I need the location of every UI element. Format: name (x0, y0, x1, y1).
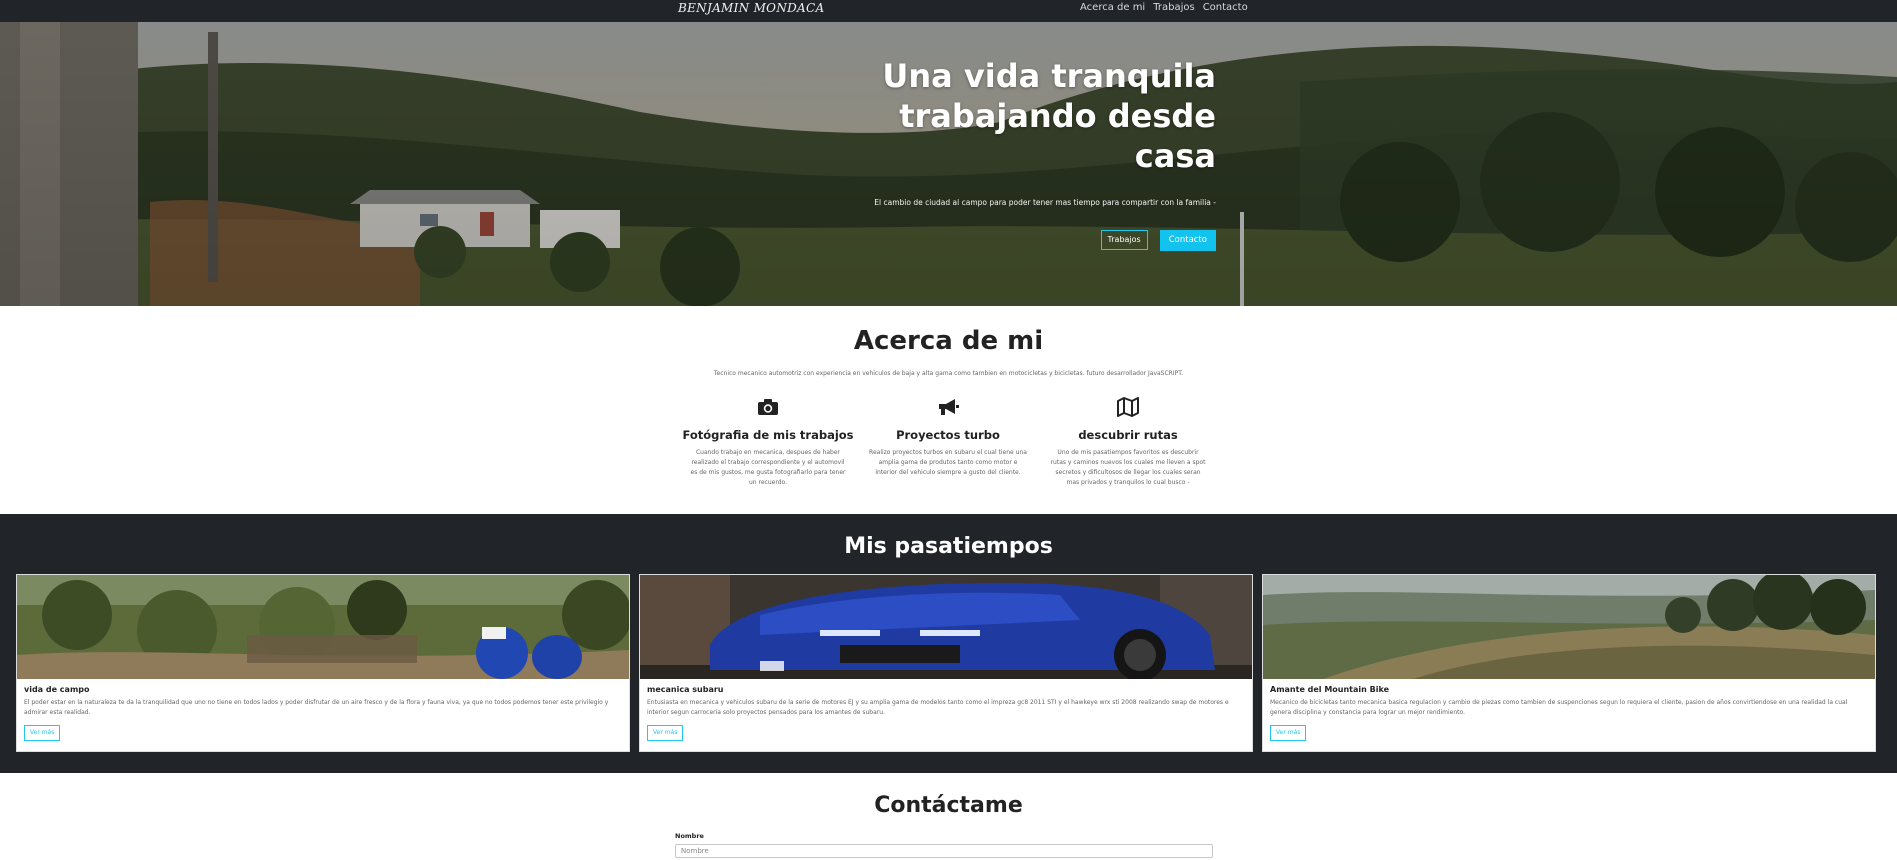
megaphone-icon (858, 394, 1038, 420)
hero-actions: Trabajos Contacto (830, 230, 1216, 251)
name-input[interactable] (675, 844, 1213, 858)
hero-title: Una vida tranquila trabajando desde casa (882, 57, 1216, 175)
map-icon (1038, 394, 1218, 420)
feature-text: Cuando trabajo en mecanica, despues de h… (690, 449, 846, 486)
contact-button[interactable]: Contacto (1159, 230, 1216, 251)
camera-icon (678, 394, 858, 420)
contact-section: Contáctame Nombre (0, 773, 1897, 860)
works-button[interactable]: Trabajos (1100, 230, 1148, 250)
nav-link-acerca[interactable]: Acerca de mi (1080, 0, 1145, 16)
feature-item: Fotógrafia de mis trabajos Cuando trabaj… (678, 394, 858, 488)
hero-content: Una vida tranquila trabajando desde casa… (830, 56, 1216, 251)
contact-title: Contáctame (874, 793, 1023, 818)
feature-text: Uno de mis pasatiempos favoritos es desc… (1050, 449, 1206, 486)
hobby-card-title: mecanica subaru (647, 685, 724, 694)
hobby-card-title: vida de campo (24, 685, 90, 694)
hobby-card: vida de campo El poder estar en la natur… (16, 574, 630, 752)
hobbies-section: Mis pasatiempos vida de campo El poder e… (0, 514, 1897, 773)
hero-section: Una vida tranquila trabajando desde casa… (0, 22, 1897, 306)
hobby-card-image (17, 575, 629, 679)
hobby-card-text: Entusiasta en mecanica y vehiculos subar… (647, 699, 1229, 716)
about-lead: Tecnico mecanico automotriz con experien… (713, 370, 1184, 377)
hobby-card: Amante del Mountain Bike Mecanico de bic… (1262, 574, 1876, 752)
feature-item: Proyectos turbo Realizo proyectos turbos… (858, 394, 1038, 488)
hobby-card-text: El poder estar en la naturaleza te da la… (24, 699, 609, 716)
features-row: Fotógrafia de mis trabajos Cuando trabaj… (678, 394, 1218, 488)
about-title: Acerca de mi (853, 326, 1044, 356)
name-label: Nombre (675, 832, 704, 840)
nav-link-trabajos[interactable]: Trabajos (1153, 0, 1194, 16)
feature-title: Proyectos turbo (896, 428, 1000, 442)
hobby-card-text: Mecanico de bicicletas tanto mecanica ba… (1270, 699, 1848, 716)
nav-links: Acerca de mi Trabajos Contacto (1080, 0, 1248, 16)
see-more-button[interactable]: Ver más (647, 725, 684, 741)
brand-logo[interactable]: BENJAMIN MONDACA (678, 0, 824, 16)
hobbies-title: Mis pasatiempos (844, 534, 1053, 559)
hobby-card-image (640, 575, 1252, 679)
navbar: BENJAMIN MONDACA Acerca de mi Trabajos C… (0, 0, 1897, 22)
feature-title: descubrir rutas (1078, 428, 1178, 442)
see-more-button[interactable]: Ver más (24, 725, 61, 741)
feature-text: Realizo proyectos turbos en subaru el cu… (869, 449, 1027, 476)
nav-link-contacto[interactable]: Contacto (1203, 0, 1248, 16)
feature-title: Fotógrafia de mis trabajos (682, 428, 854, 442)
hobby-card-title: Amante del Mountain Bike (1270, 685, 1389, 694)
hero-subtitle: El cambio de ciudad al campo para poder … (874, 198, 1216, 207)
hobby-card: mecanica subaru Entusiasta en mecanica y… (639, 574, 1253, 752)
about-section: Acerca de mi Tecnico mecanico automotriz… (0, 306, 1897, 514)
see-more-button[interactable]: Ver más (1270, 725, 1307, 741)
feature-item: descubrir rutas Uno de mis pasatiempos f… (1038, 394, 1218, 488)
hobby-card-image (1263, 575, 1875, 679)
